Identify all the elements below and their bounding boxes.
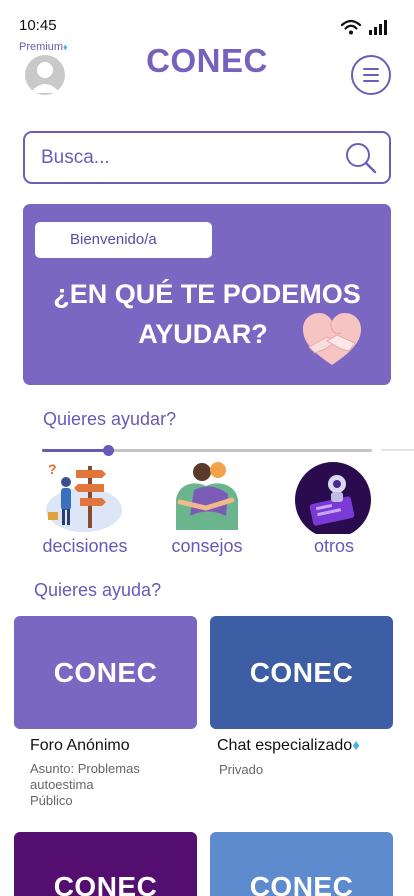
menu-icon-bar (363, 68, 379, 70)
search-icon[interactable] (345, 142, 377, 174)
category-label: consejos (171, 536, 243, 556)
menu-button[interactable] (351, 55, 391, 95)
card-details: Privado (219, 762, 263, 778)
card-title: Foro Anónimo (30, 737, 130, 755)
category-decisiones[interactable]: ? decisiones (21, 458, 131, 558)
search-bar[interactable] (23, 131, 391, 184)
category-label: decisiones (42, 536, 128, 556)
category-otros[interactable]: otros (270, 458, 380, 558)
slider-thumb[interactable] (103, 445, 114, 456)
category-slider[interactable] (42, 445, 372, 456)
need-help-title: Quieres ayuda? (34, 580, 162, 600)
decision-signpost-icon: ? (46, 461, 122, 532)
menu-icon-bar (363, 80, 379, 82)
banner-title-line-1: ¿EN QUÉ TE PODEMOS (53, 279, 361, 309)
card-detail-line: Público (30, 793, 73, 808)
card-tile-4[interactable]: CONEC (210, 832, 393, 896)
wifi-icon (341, 19, 361, 35)
card-detail-line: autoestima (30, 777, 94, 792)
card-detail-line: Privado (219, 762, 264, 777)
hug-icon (176, 462, 238, 530)
card-tile-3[interactable]: CONEC (14, 832, 197, 896)
card-title-text: Chat especializado (217, 737, 353, 754)
svg-text:?: ? (48, 461, 57, 477)
category-label: otros (313, 536, 355, 556)
diamond-icon: ♦ (352, 737, 360, 754)
signal-icon (369, 20, 387, 35)
search-input[interactable] (41, 143, 331, 173)
robot-phone-icon (295, 462, 371, 534)
card-title-text: Foro Anónimo (30, 737, 130, 754)
card-details: Asunto: Problemas autoestima Público (30, 761, 140, 809)
card-title: Chat especializado♦ (217, 737, 360, 755)
heart-hands-icon (303, 313, 361, 365)
menu-icon-bar (363, 74, 379, 76)
card-chat-especializado[interactable]: CONEC (210, 616, 393, 729)
slider-overflow-line (381, 449, 414, 451)
slider-fill (42, 449, 108, 452)
help-others-title: Quieres ayudar? (43, 409, 177, 429)
card-foro-anonimo[interactable]: CONEC (14, 616, 197, 729)
card-detail-line: Asunto: Problemas (30, 761, 140, 776)
welcome-banner: Bienvenido/a ¿EN QUÉ TE PODEMOS AYUDAR? (23, 204, 391, 385)
status-time: 10:45 (19, 17, 57, 34)
category-consejos[interactable]: consejos (143, 458, 253, 558)
welcome-badge: Bienvenido/a (35, 222, 212, 258)
status-bar: 10:45 (0, 0, 414, 44)
